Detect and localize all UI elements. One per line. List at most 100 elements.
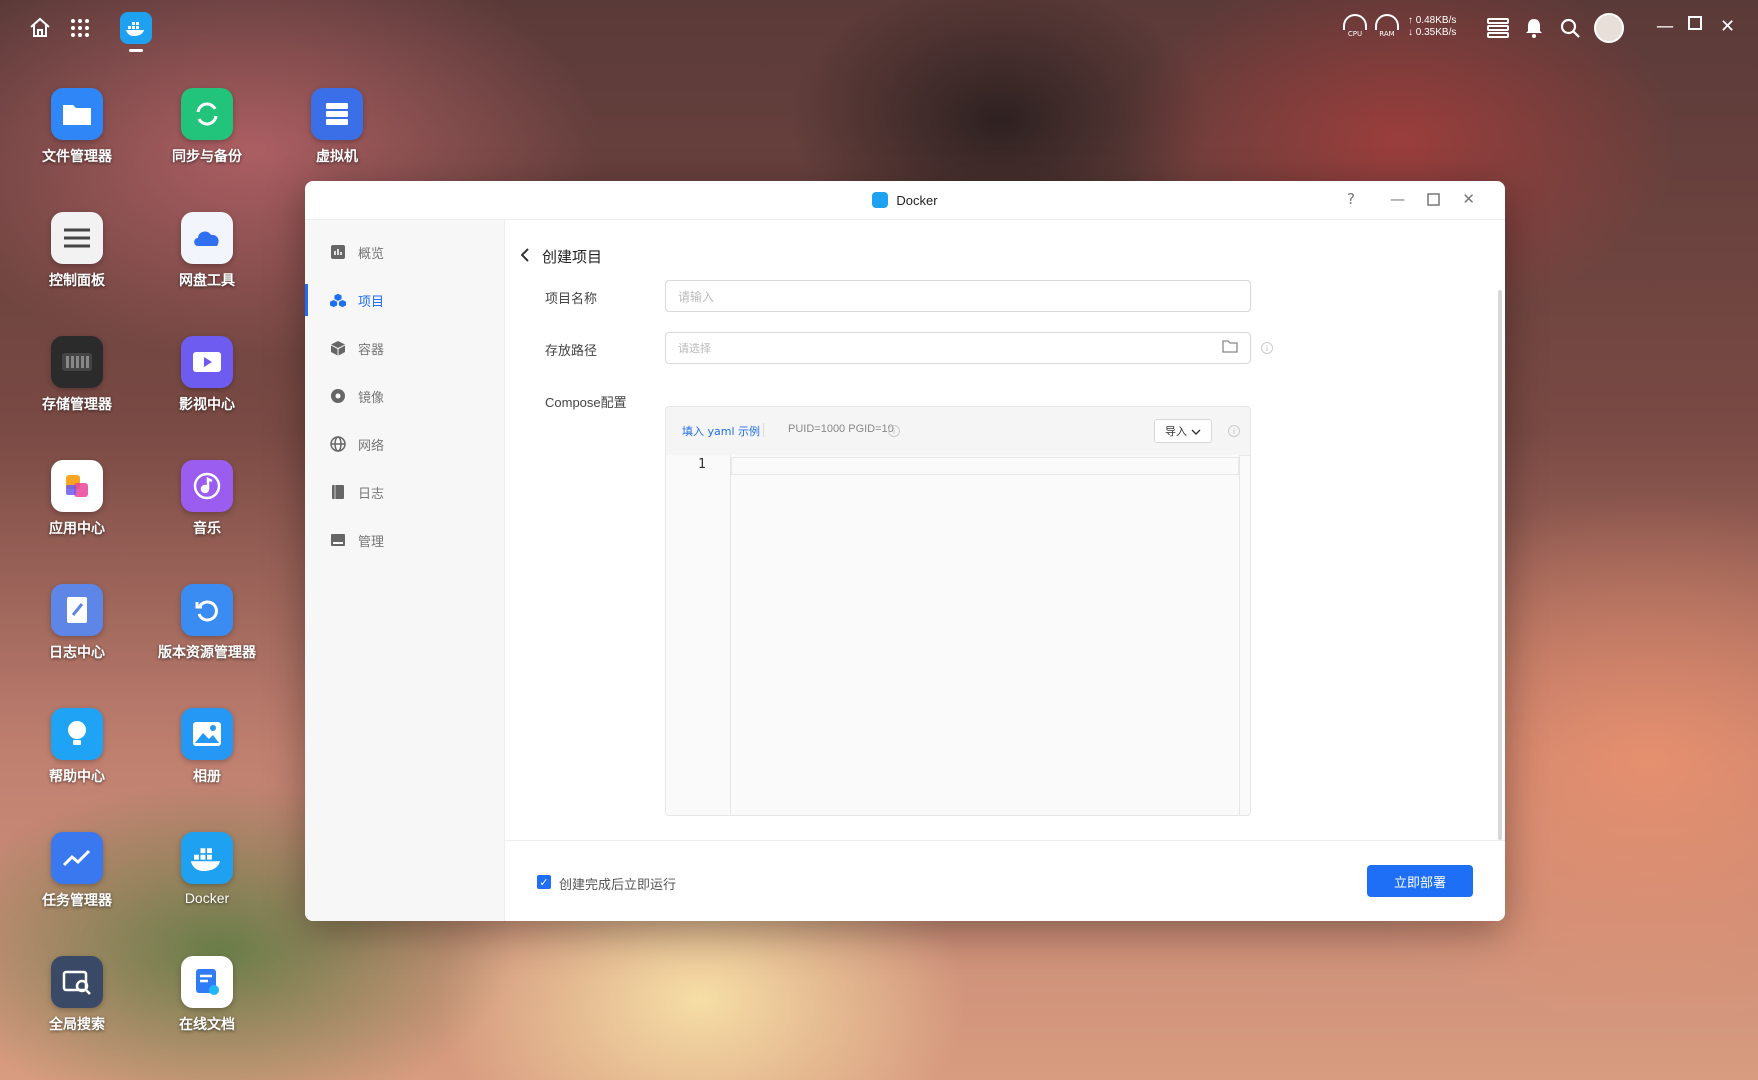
restore-icon	[181, 584, 233, 636]
overview-icon	[330, 244, 346, 260]
ram-label: RAM	[1379, 30, 1395, 38]
window-title: Docker	[896, 192, 938, 208]
sidebar-item-label: 概览	[358, 246, 385, 262]
compose-config-label: Compose配置	[545, 395, 627, 410]
desktop-label: 全局搜索	[49, 1017, 105, 1033]
sidebar-item-image[interactable]: 镜像	[305, 372, 504, 420]
desktop-label: 在线文档	[179, 1017, 235, 1033]
desktop-sync-backup[interactable]: 同步与备份	[147, 88, 267, 166]
back-to-projects[interactable]: 创建项目	[520, 246, 603, 267]
window-minimize-icon[interactable]: —	[1390, 190, 1405, 208]
import-label: 导入	[1165, 425, 1187, 438]
help-button[interactable]: ?	[1347, 190, 1355, 208]
docker-icon	[181, 832, 233, 884]
puid-hint: PUID=1000 PGID=10	[788, 423, 894, 435]
bell-icon[interactable]	[1520, 14, 1548, 42]
desktop-version-manager[interactable]: 版本资源管理器	[147, 584, 267, 662]
desktop-virtual-machine[interactable]: 虚拟机	[277, 88, 397, 166]
cloud-drive-icon	[181, 212, 233, 264]
sidebar-item-project[interactable]: 项目	[305, 276, 504, 324]
video-icon	[181, 336, 233, 388]
desktop-label: 相册	[193, 769, 221, 785]
search-icon[interactable]	[1556, 14, 1584, 42]
desktop-cloud-tool[interactable]: 网盘工具	[147, 212, 267, 290]
minimize-desktop-icon[interactable]: —	[1656, 16, 1674, 37]
photo-icon	[181, 708, 233, 760]
line-number-gutter: 1	[666, 455, 731, 815]
sidebar-item-overview[interactable]: 概览	[305, 228, 504, 276]
sidebar-item-container[interactable]: 容器	[305, 324, 504, 372]
desktop-help-center[interactable]: 帮助中心	[17, 708, 137, 786]
container-icon	[330, 340, 346, 356]
chevron-left-icon	[520, 247, 530, 266]
window-titlebar[interactable]: Docker ? — ✕	[305, 181, 1505, 220]
network-speed[interactable]: ↑ 0.48KB/s ↓ 0.35KB/s	[1408, 15, 1456, 39]
taskbar: CPU RAM ↑ 0.48KB/s ↓ 0.35KB/s — ✕	[0, 0, 1758, 56]
desktop-file-manager[interactable]: 文件管理器	[17, 88, 137, 166]
window-maximize-icon[interactable]	[1427, 192, 1440, 210]
compose-editor: 填入 yaml 示例 PUID=1000 PGID=10 i 导入 i 1	[665, 406, 1251, 816]
desktop-storage-manager[interactable]: 存储管理器	[17, 336, 137, 414]
project-name-label: 项目名称	[545, 292, 598, 307]
window-footer: ✓ 创建完成后立即运行 立即部署	[505, 840, 1505, 921]
desktop-online-docs[interactable]: 在线文档	[147, 956, 267, 1034]
close-desktop-icon[interactable]: ✕	[1720, 16, 1735, 37]
desktop-app-center[interactable]: 应用中心	[17, 460, 137, 538]
sidebar-item-log[interactable]: 日志	[305, 468, 504, 516]
cpu-meter-icon[interactable]: CPU	[1342, 14, 1368, 40]
project-name-input[interactable]: 请输入	[665, 280, 1251, 312]
maximize-desktop-icon[interactable]	[1688, 14, 1702, 35]
deploy-button[interactable]: 立即部署	[1367, 865, 1473, 897]
server-icon	[311, 88, 363, 140]
desktop-video-center[interactable]: 影视中心	[147, 336, 267, 414]
yaml-code-editor[interactable]	[731, 455, 1240, 815]
fill-yaml-example-link[interactable]: 填入 yaml 示例	[682, 423, 760, 439]
document-icon	[181, 956, 233, 1008]
desktop-label: Docker	[184, 890, 230, 906]
sidebar-item-network[interactable]: 网络	[305, 420, 504, 468]
run-after-create-checkbox[interactable]: ✓	[537, 875, 551, 889]
app-center-icon	[51, 460, 103, 512]
desktop-label: 影视中心	[179, 397, 235, 413]
desktop-label: 文件管理器	[42, 149, 112, 165]
desktop-docker[interactable]: Docker	[147, 832, 267, 907]
desktop-task-manager[interactable]: 任务管理器	[17, 832, 137, 910]
user-avatar[interactable]	[1594, 13, 1624, 43]
main-content: 创建项目 项目名称 请输入 存放路径 请选择 i Compose配置 填入 ya…	[505, 220, 1505, 921]
desktop-label: 存储管理器	[42, 397, 112, 413]
project-name-placeholder: 请输入	[678, 289, 715, 304]
page-title: 创建项目	[542, 248, 603, 266]
desktop-photos[interactable]: 相册	[147, 708, 267, 786]
sidebar-item-manage[interactable]: 管理	[305, 516, 504, 564]
desktop-control-panel[interactable]: 控制面板	[17, 212, 137, 290]
project-icon	[330, 292, 346, 308]
music-icon	[181, 460, 233, 512]
import-info-icon[interactable]: i	[1228, 425, 1240, 437]
path-info-icon[interactable]: i	[1261, 342, 1273, 354]
app-grid-icon[interactable]	[66, 14, 94, 42]
desktop-label: 虚拟机	[316, 149, 358, 165]
ram-meter-icon[interactable]: RAM	[1374, 14, 1400, 40]
desktop-music[interactable]: 音乐	[147, 460, 267, 538]
puid-info-icon[interactable]: i	[888, 425, 900, 437]
storage-icon	[51, 336, 103, 388]
home-icon[interactable]	[26, 14, 54, 42]
window-close-icon[interactable]: ✕	[1462, 190, 1475, 208]
desktop-label: 任务管理器	[42, 893, 112, 909]
docker-window: Docker ? — ✕ 概览 项目 容器 镜像 网络 日志 管理 创建项目 项…	[305, 181, 1505, 921]
scrollbar[interactable]	[1498, 290, 1502, 840]
sidebar-item-label: 容器	[358, 342, 385, 358]
desktop-log-center[interactable]: 日志中心	[17, 584, 137, 662]
folder-icon[interactable]	[1222, 340, 1238, 356]
run-after-create-label[interactable]: 创建完成后立即运行	[559, 874, 676, 893]
storage-path-input[interactable]: 请选择	[665, 332, 1251, 364]
desktop-label: 网盘工具	[179, 273, 235, 289]
sidebar-item-label: 项目	[358, 294, 385, 310]
desktop-global-search[interactable]: 全局搜索	[17, 956, 137, 1034]
docker-taskbar-icon[interactable]	[120, 12, 152, 52]
import-dropdown[interactable]: 导入	[1154, 419, 1212, 443]
toolbar-divider	[763, 423, 764, 437]
server-status-icon[interactable]	[1484, 14, 1512, 42]
lightbulb-icon	[51, 708, 103, 760]
line-number: 1	[698, 457, 706, 472]
